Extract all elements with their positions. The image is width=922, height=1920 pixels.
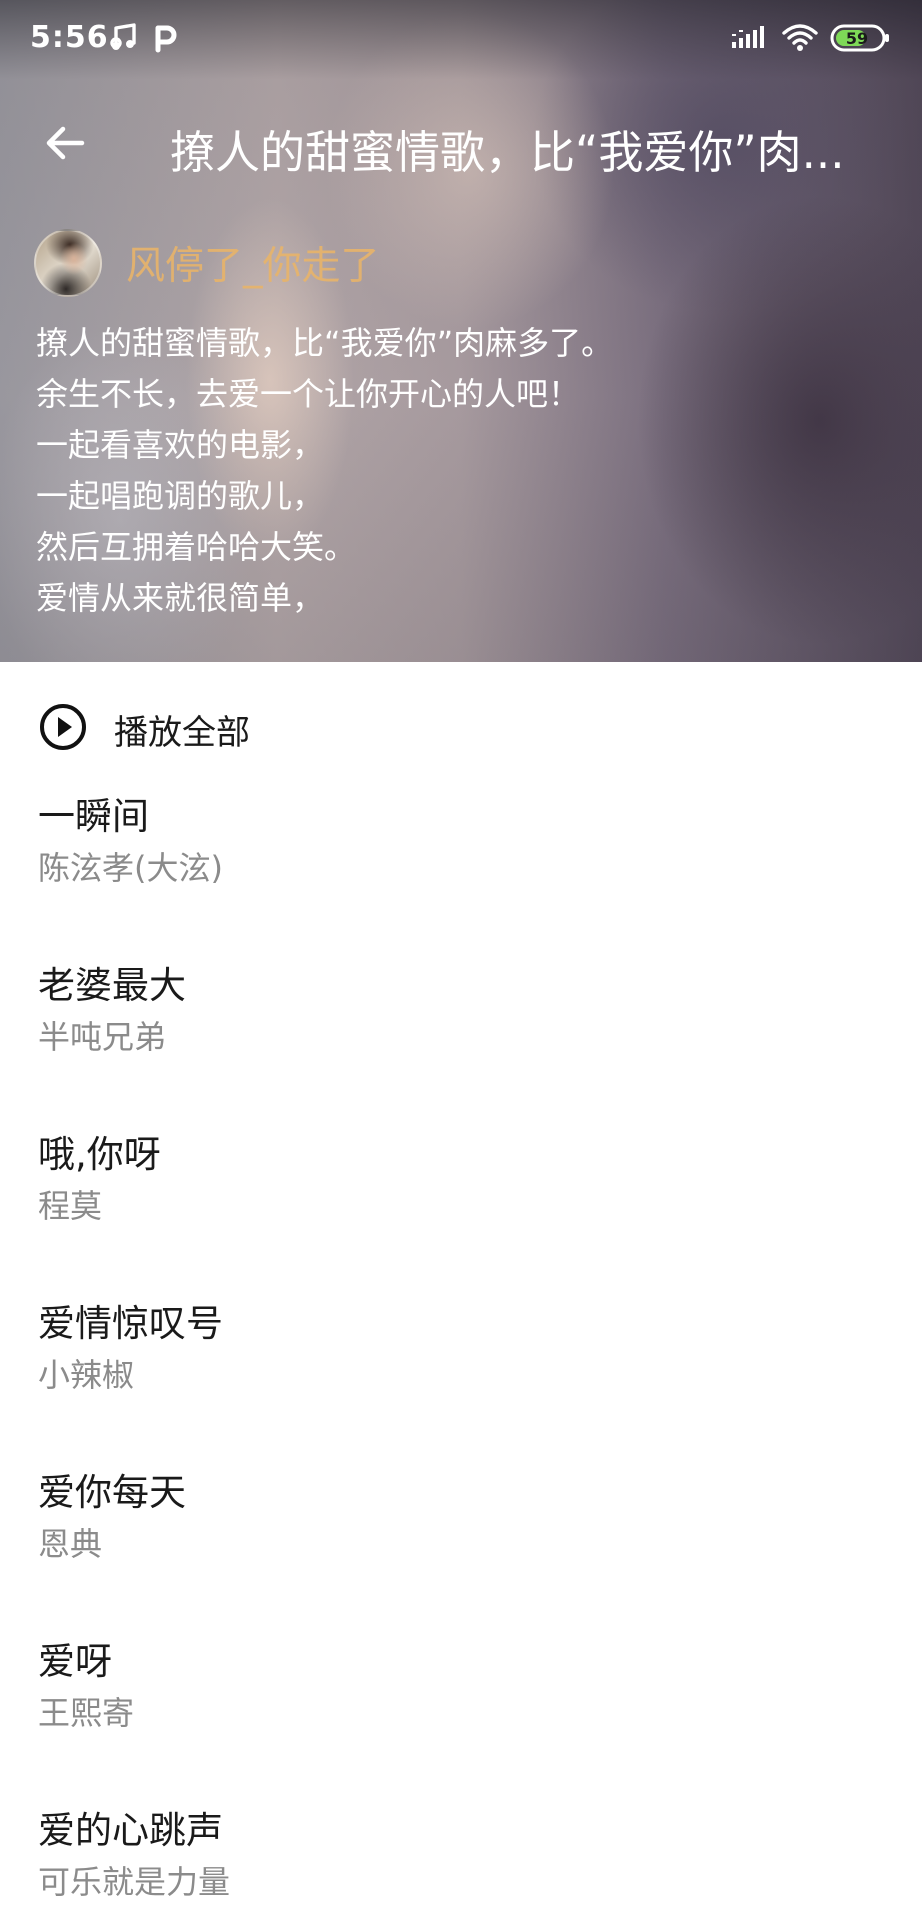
song-title: 爱呀	[38, 1640, 112, 1683]
song-item[interactable]: 老婆最大 半吨兄弟	[38, 963, 884, 1057]
description-line: 撩人的甜蜜情歌，比“我爱你”肉麻多了。	[36, 324, 614, 362]
song-item[interactable]: 一瞬间 陈泫孝(大泫)	[38, 794, 884, 888]
song-artist: 王熙寄	[38, 1694, 135, 1732]
description-line: 一起看喜欢的电影，	[36, 426, 325, 464]
nav-bar: 撩人的甜蜜情歌，比“我爱你”肉...	[0, 80, 922, 210]
music-note-icon	[106, 20, 142, 56]
play-all-button[interactable]: 播放全部	[38, 703, 250, 755]
avatar[interactable]	[34, 229, 102, 297]
song-title: 爱的心跳声	[38, 1809, 223, 1852]
status-bar: 5:56 59	[0, 0, 922, 78]
song-artist: 小辣椒	[38, 1356, 135, 1394]
song-title: 一瞬间	[38, 795, 149, 838]
description-line: 余生不长，去爱一个让你开心的人吧！	[36, 375, 581, 413]
song-item[interactable]: 哦,你呀 程莫	[38, 1132, 884, 1226]
song-artist: 恩典	[38, 1525, 103, 1563]
battery-level: 59	[845, 29, 869, 48]
p-app-icon	[146, 20, 182, 56]
song-artist: 半吨兄弟	[38, 1018, 167, 1056]
description-line: 爱情从来就很简单，	[36, 579, 325, 617]
song-list-section: 播放全部 一瞬间 陈泫孝(大泫) 老婆最大 半吨兄弟 哦,你呀 程莫 爱情惊叹号…	[0, 662, 922, 1920]
author-row[interactable]: 风停了_你走了	[34, 228, 380, 298]
play-circle-icon	[38, 702, 88, 756]
song-title: 爱情惊叹号	[38, 1302, 223, 1345]
play-all-label: 播放全部	[114, 712, 250, 753]
playlist-description: 撩人的甜蜜情歌，比“我爱你”肉麻多了。 余生不长，去爱一个让你开心的人吧！ 一起…	[36, 318, 796, 624]
song-item[interactable]: 爱情惊叹号 小辣椒	[38, 1301, 884, 1395]
song-item[interactable]: 爱你每天 恩典	[38, 1470, 884, 1564]
playlist-page: 5:56 59 撩人的甜蜜情歌，比“我爱你”肉... 风停了_你走了 撩人的甜蜜…	[0, 0, 922, 1920]
author-name[interactable]: 风停了_你走了	[126, 235, 380, 291]
song-artist: 程莫	[38, 1187, 103, 1225]
song-item[interactable]: 爱呀 王熙寄	[38, 1639, 884, 1733]
song-artist: 可乐就是力量	[38, 1863, 231, 1901]
arrow-left-icon	[42, 120, 88, 170]
song-title: 老婆最大	[38, 964, 186, 1007]
wifi-icon	[780, 20, 820, 56]
signal-icon	[730, 20, 770, 56]
description-line: 一起唱跑调的歌儿，	[36, 477, 325, 515]
song-item[interactable]: 爱的心跳声 可乐就是力量	[38, 1808, 884, 1902]
back-button[interactable]	[30, 110, 100, 180]
song-title: 哦,你呀	[38, 1133, 161, 1176]
description-line: 然后互拥着哈哈大笑。	[36, 528, 357, 566]
playlist-title: 撩人的甜蜜情歌，比“我爱你”肉...	[170, 126, 845, 179]
song-artist: 陈泫孝(大泫)	[38, 849, 223, 887]
song-title: 爱你每天	[38, 1471, 186, 1514]
status-time: 5:56	[30, 20, 109, 55]
